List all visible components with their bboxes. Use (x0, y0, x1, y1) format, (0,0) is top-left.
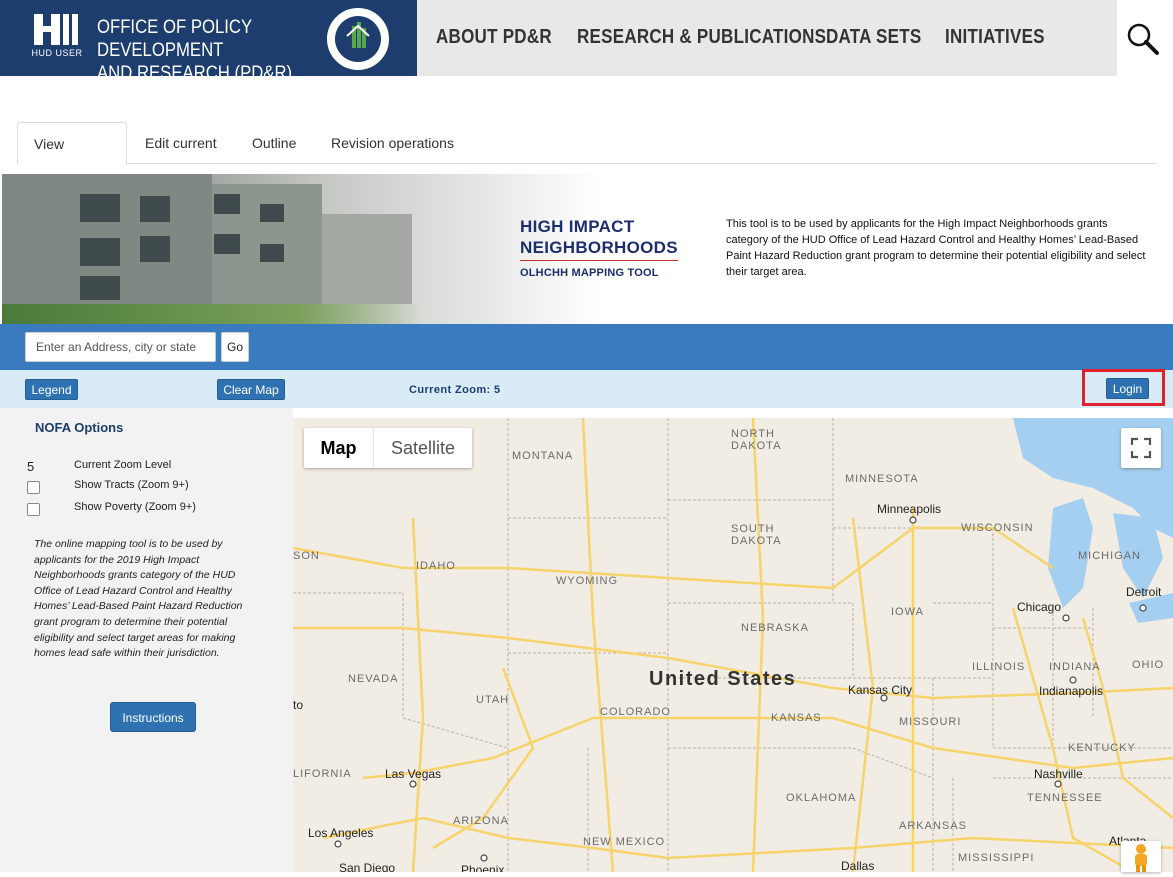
map-label-ohio: OHIO (1132, 659, 1165, 671)
map-country-label: United States (649, 668, 797, 690)
map-toolbar (0, 370, 1173, 408)
fullscreen-button[interactable] (1121, 428, 1161, 468)
tool-banner: HIGH IMPACT NEIGHBORHOODS OLHCHH MAPPING… (2, 174, 1173, 324)
current-zoom-label: Current Zoom: 5 (409, 384, 501, 396)
site-header: HUD USER OFFICE OF POLICY DEVELOPMENT AN… (0, 0, 1173, 84)
show-poverty-checkbox[interactable] (27, 503, 40, 516)
map-city-phoenix: Phoenix (461, 863, 505, 872)
nofa-options-title: NOFA Options (35, 420, 124, 435)
map-label-new-mexico: NEW MEXICO (583, 836, 666, 848)
nav-data-sets[interactable]: DATA SETS (826, 26, 921, 49)
map-city-las-vegas: Las Vegas (385, 767, 442, 781)
map-label-wisconsin: WISCONSIN (961, 522, 1034, 534)
zoom-level-value: 5 (27, 459, 35, 474)
map-edge-text: to (293, 698, 304, 712)
login-highlight-box (1082, 369, 1165, 406)
hud-user-logo[interactable]: HUD USER (30, 14, 84, 58)
tab-edit-current[interactable]: Edit current (129, 122, 233, 164)
google-map[interactable]: MONTANA NORTH DAKOTA MINNESOTA SOUTH DAK… (293, 418, 1173, 872)
tab-view-current[interactable]: View current (17, 122, 127, 194)
clear-map-button[interactable]: Clear Map (217, 379, 285, 400)
instructions-button[interactable]: Instructions (110, 702, 196, 732)
map-city-minneapolis: Minneapolis (877, 502, 942, 516)
map-label-illinois: ILLINOIS (972, 661, 1026, 673)
map-type-map-button[interactable]: Map (304, 428, 374, 468)
map-label-nevada: NEVADA (348, 673, 399, 685)
map-label-michigan: MICHIGAN (1078, 550, 1141, 562)
map-label-utah: UTAH (476, 694, 510, 706)
search-button[interactable] (1117, 0, 1173, 76)
nav-initiatives[interactable]: INITIATIVES (945, 26, 1045, 49)
hud-seal-icon (325, 6, 391, 72)
map-label-indiana: INDIANA (1049, 661, 1101, 673)
map-label-north-dakota: NORTH DAKOTA (731, 428, 782, 452)
nav-research-publications[interactable]: RESEARCH & PUBLICATIONS (577, 26, 826, 49)
map-label-mississippi: MISSISSIPPI (958, 852, 1035, 864)
map-city-dallas: Dallas (841, 859, 875, 872)
map-type-control: Map Satellite (304, 428, 472, 468)
map-label-iowa: IOWA (891, 606, 924, 618)
map-city-kansas-city: Kansas City (848, 683, 913, 697)
map-label-idaho: IDAHO (416, 560, 456, 572)
map-label-oregon-partial: SON (293, 550, 320, 562)
map-label-wyoming: WYOMING (556, 575, 618, 587)
map-city-detroit: Detroit (1126, 585, 1162, 599)
map-city-los-angeles: Los Angeles (308, 826, 374, 840)
map-city-nashville: Nashville (1034, 767, 1083, 781)
hud-user-logo-text: HUD USER (31, 48, 83, 58)
map-label-arizona: ARIZONA (453, 815, 509, 827)
map-label-nebraska: NEBRASKA (741, 622, 809, 634)
map-city-chicago: Chicago (1017, 600, 1062, 614)
apartment-photo (2, 174, 602, 324)
banner-subtitle: OLHCHH MAPPING TOOL (520, 267, 659, 279)
map-city-indianapolis: Indianapolis (1039, 684, 1104, 698)
banner-title: HIGH IMPACT NEIGHBORHOODS (520, 217, 678, 257)
fullscreen-icon (1130, 437, 1152, 459)
show-tracts-label: Show Tracts (Zoom 9+) (74, 479, 189, 491)
map-label-oklahoma: OKLAHOMA (786, 792, 857, 804)
map-label-california: LIFORNIA (293, 768, 352, 780)
map-label-south-dakota: SOUTH DAKOTA (731, 523, 782, 547)
nav-about[interactable]: ABOUT PD&R (436, 26, 552, 49)
map-label-montana: MONTANA (512, 450, 574, 462)
zoom-level-label: Current Zoom Level (74, 459, 172, 471)
map-label-kentucky: KENTUCKY (1068, 742, 1136, 754)
map-label-missouri: MISSOURI (899, 716, 962, 728)
map-label-arkansas: ARKANSAS (899, 820, 967, 832)
tab-outline[interactable]: Outline (236, 122, 312, 164)
street-view-pegman[interactable] (1121, 841, 1161, 872)
brand-block[interactable]: HUD USER OFFICE OF POLICY DEVELOPMENT AN… (0, 0, 417, 84)
go-button[interactable]: Go (221, 332, 249, 362)
legend-button[interactable]: Legend (25, 379, 78, 400)
pegman-icon (1135, 844, 1147, 872)
map-type-satellite-button[interactable]: Satellite (374, 428, 472, 468)
show-poverty-label: Show Poverty (Zoom 9+) (74, 501, 196, 513)
map-label-tennessee: TENNESSEE (1027, 792, 1103, 804)
map-label-kansas: KANSAS (771, 712, 822, 724)
address-search-input[interactable]: Enter an Address, city or state (25, 332, 216, 362)
tab-revision-operations[interactable]: Revision operations (315, 122, 470, 164)
map-city-san-diego: San Diego (339, 861, 396, 872)
banner-description: This tool is to be used by applicants fo… (726, 218, 1146, 278)
revision-tabs: View current Edit current Outline Revisi… (17, 122, 1157, 194)
map-label-minnesota: MINNESOTA (845, 473, 919, 485)
map-label-colorado: COLORADO (600, 706, 671, 718)
magnifier-icon (1127, 23, 1159, 55)
show-tracts-checkbox[interactable] (27, 481, 40, 494)
banner-title-rule (520, 260, 678, 261)
tool-description: The online mapping tool is to be used by… (34, 538, 243, 660)
